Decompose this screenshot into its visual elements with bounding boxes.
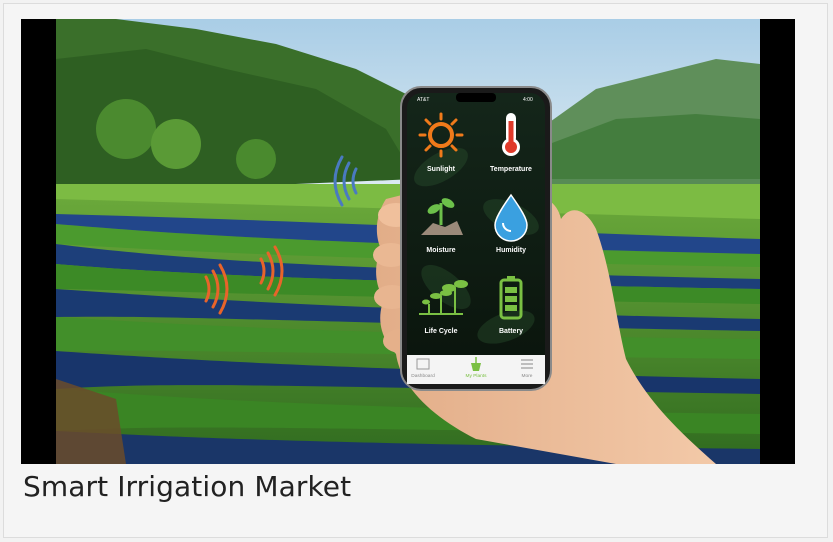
tile-label: Moisture: [426, 247, 455, 254]
status-carrier: AT&T: [417, 97, 429, 103]
tile-label: Battery: [499, 328, 523, 335]
farm-scene: AT&T 4:00 Sunlight Temperature Moisture …: [56, 19, 760, 464]
tile-label: Sunlight: [427, 166, 456, 173]
smartphone: AT&T 4:00 Sunlight Temperature Moisture …: [400, 86, 552, 391]
status-time: 4:00: [523, 97, 533, 103]
smart-farm-photo: AT&T 4:00 Sunlight Temperature Moisture …: [56, 19, 760, 464]
image-frame: AT&T 4:00 Sunlight Temperature Moisture …: [21, 19, 795, 464]
image-card: AT&T 4:00 Sunlight Temperature Moisture …: [3, 3, 828, 538]
tab-label: My Plants: [465, 373, 487, 379]
image-caption: Smart Irrigation Market: [23, 470, 352, 503]
tile-label: Temperature: [490, 166, 532, 173]
tile-label: Life Cycle: [424, 328, 457, 335]
tab-label: More: [522, 373, 533, 379]
phone-screen: [407, 93, 545, 384]
tab-label: Dashboard: [411, 373, 435, 379]
tile-label: Humidity: [496, 247, 526, 254]
